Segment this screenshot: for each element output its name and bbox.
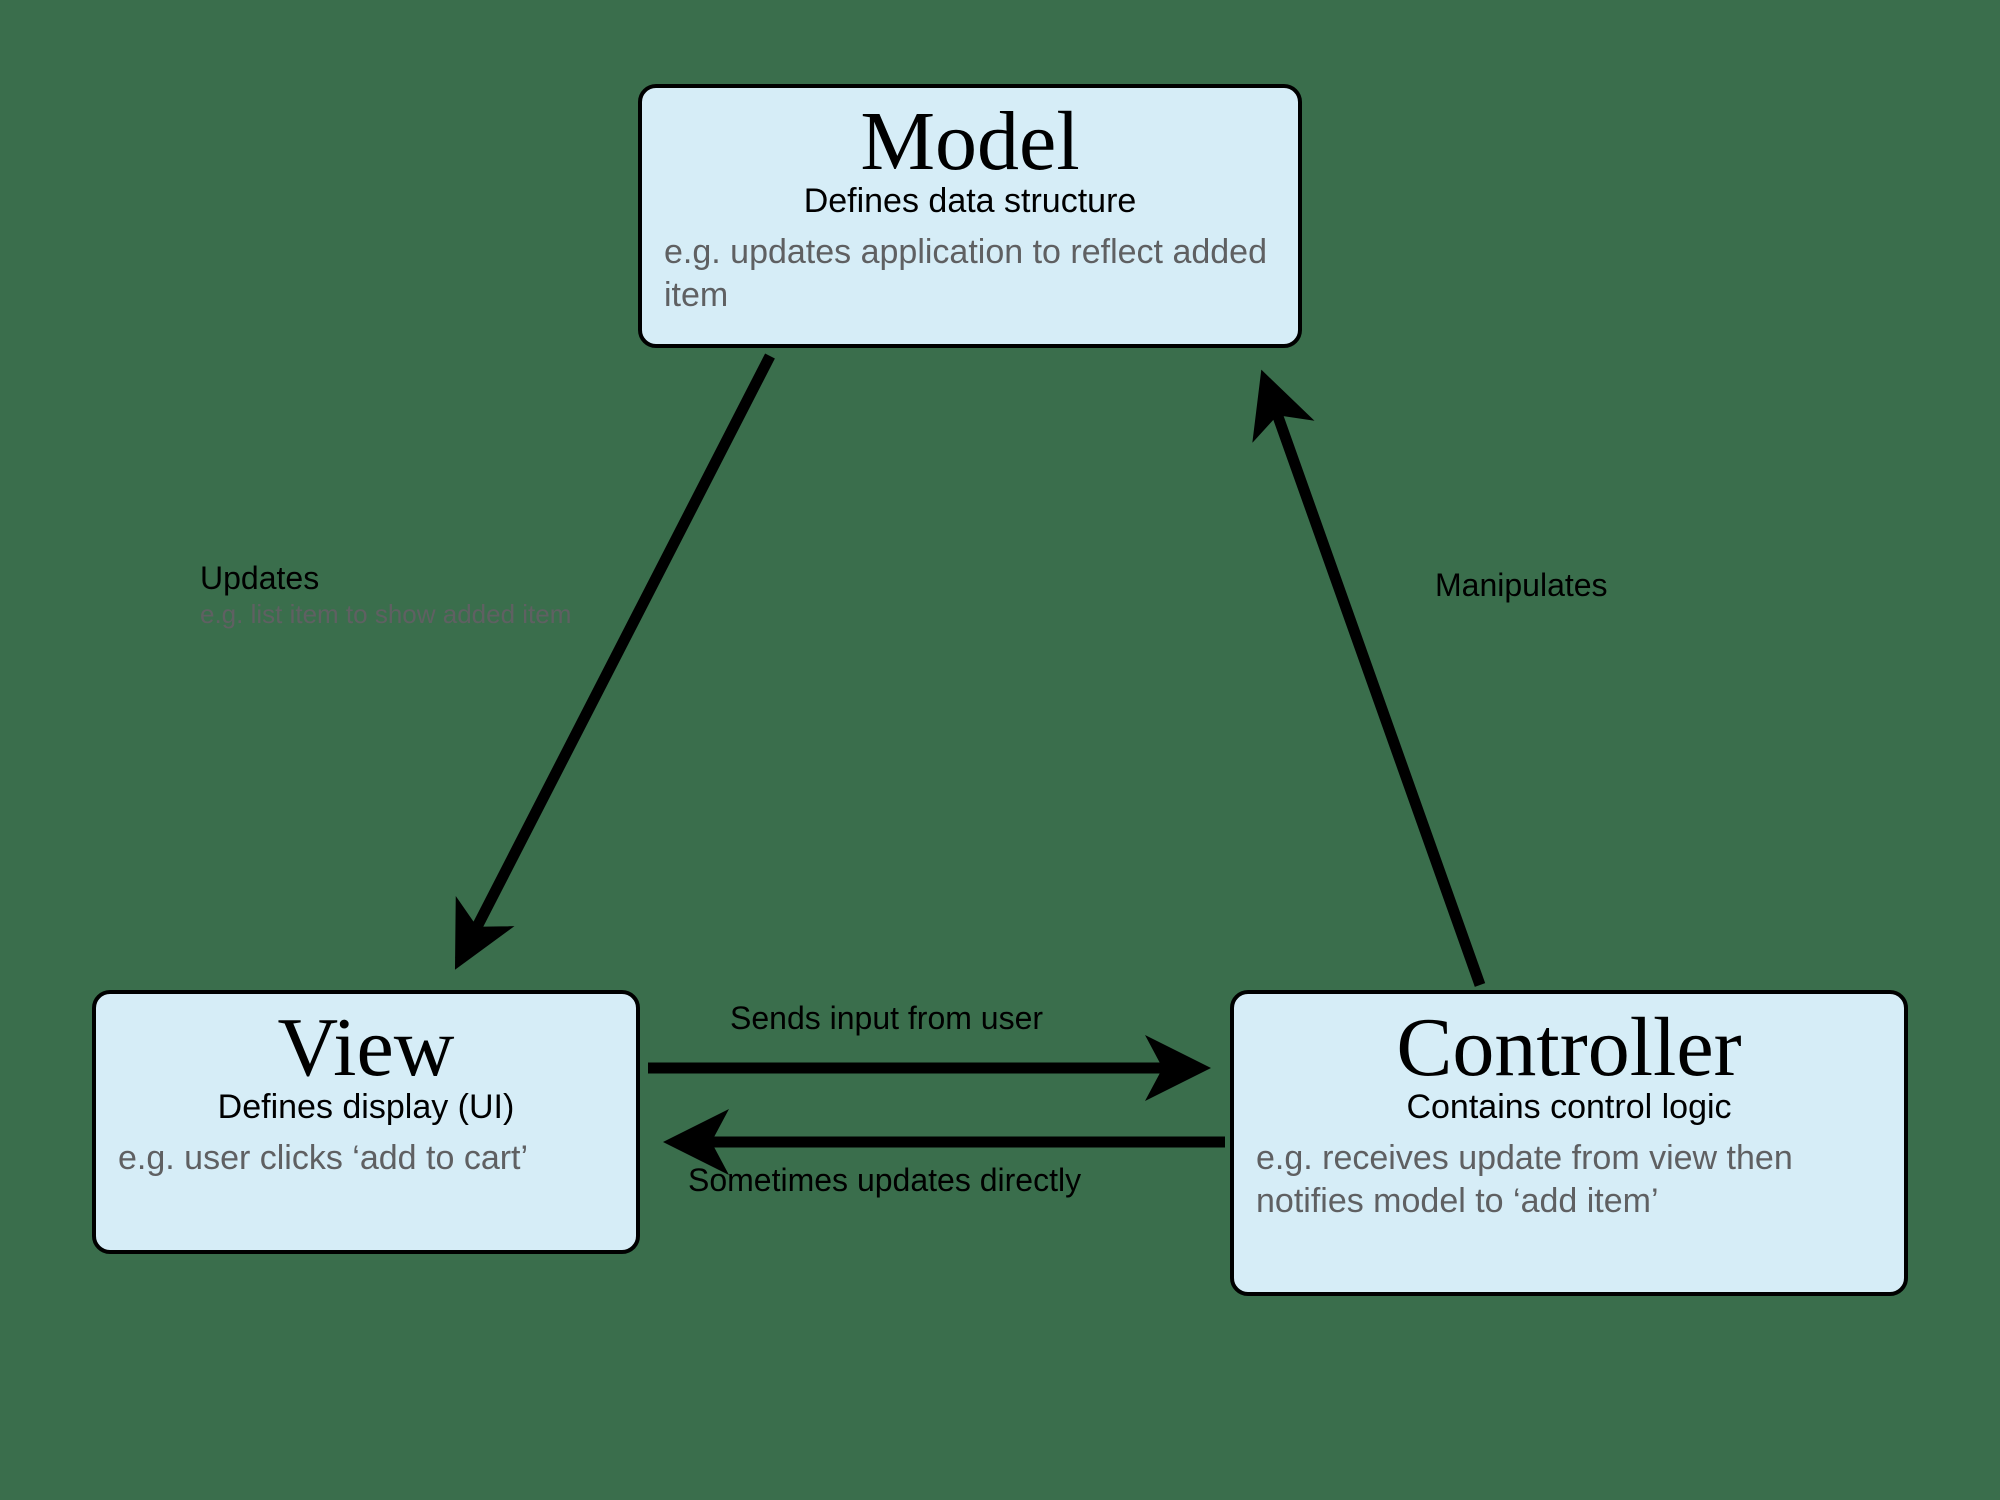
edge-label-updates-secondary: e.g. list item to show added item bbox=[200, 599, 571, 630]
node-view-subtitle: Defines display (UI) bbox=[118, 1088, 614, 1127]
node-model-subtitle: Defines data structure bbox=[664, 182, 1276, 221]
edge-label-sends-input-primary: Sends input from user bbox=[730, 1000, 1043, 1037]
node-view-title: View bbox=[118, 1006, 614, 1090]
node-model-example: e.g. updates application to reflect adde… bbox=[664, 231, 1276, 316]
edge-label-updates-primary: Updates bbox=[200, 560, 571, 597]
edge-label-updates-directly-primary: Sometimes updates directly bbox=[688, 1162, 1081, 1199]
arrow-controller-to-model bbox=[1265, 380, 1480, 985]
node-controller-example: e.g. receives update from view then noti… bbox=[1256, 1137, 1882, 1222]
node-model-title: Model bbox=[664, 100, 1276, 184]
edge-label-manipulates: Manipulates bbox=[1435, 567, 1608, 604]
node-controller: Controller Contains control logic e.g. r… bbox=[1230, 990, 1908, 1296]
edge-label-sends-input: Sends input from user bbox=[730, 1000, 1043, 1037]
arrow-model-to-view bbox=[460, 356, 770, 960]
node-model: Model Defines data structure e.g. update… bbox=[638, 84, 1302, 348]
node-controller-subtitle: Contains control logic bbox=[1256, 1088, 1882, 1127]
edge-label-manipulates-primary: Manipulates bbox=[1435, 567, 1608, 604]
node-view: View Defines display (UI) e.g. user clic… bbox=[92, 990, 640, 1254]
edge-label-updates: Updates e.g. list item to show added ite… bbox=[200, 560, 571, 630]
edge-label-updates-directly: Sometimes updates directly bbox=[688, 1162, 1081, 1199]
node-controller-title: Controller bbox=[1256, 1006, 1882, 1090]
node-view-example: e.g. user clicks ‘add to cart’ bbox=[118, 1137, 614, 1180]
